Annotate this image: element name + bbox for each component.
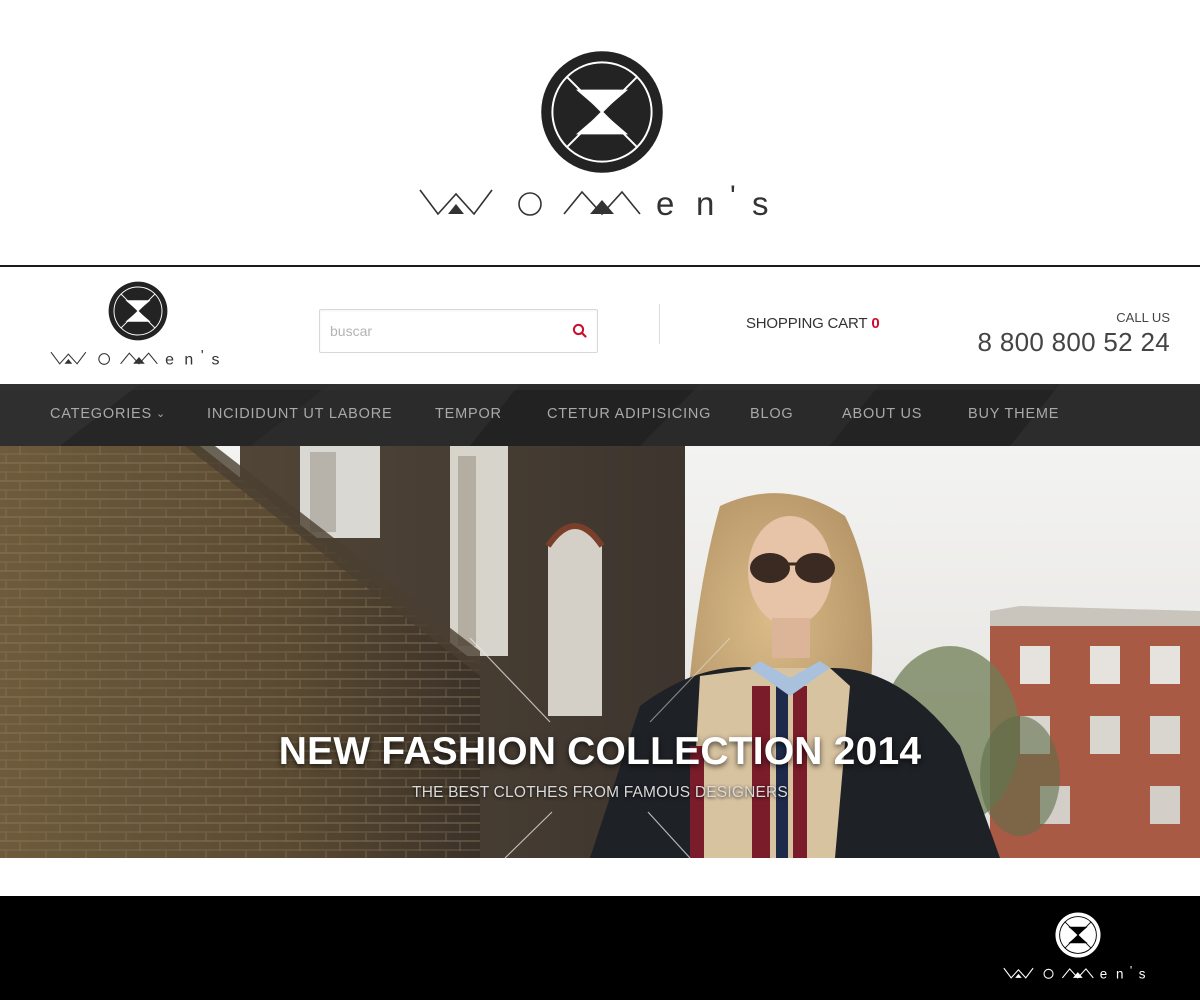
hero-subtitle: THE BEST CLOTHES FROM FAMOUS DESIGNERS xyxy=(412,784,788,801)
nav-item-tempor[interactable]: TEMPOR xyxy=(435,406,502,422)
svg-text:s: s xyxy=(752,185,769,220)
brand-wordmark: e n ' s xyxy=(50,348,219,368)
phone-number[interactable]: 8 800 800 52 24 xyxy=(978,327,1170,358)
nav-item-label: CATEGORIES xyxy=(50,406,152,422)
footer-logo: e n ' s xyxy=(1003,912,1151,984)
nav-item-buy-theme[interactable]: BUY THEME xyxy=(968,406,1059,422)
shopping-cart-label: SHOPPING CART xyxy=(746,315,868,332)
nav-item-blog[interactable]: BLOG xyxy=(750,406,794,422)
svg-text:': ' xyxy=(730,184,736,213)
hero-banner[interactable]: NEW FASHION COLLECTION 2014 THE BEST CLO… xyxy=(0,446,1200,858)
svg-text:e: e xyxy=(656,185,684,220)
hourglass-circle-logo-icon xyxy=(1055,912,1101,958)
svg-text:n: n xyxy=(1116,966,1123,981)
brand-wordmark: e n ' s xyxy=(419,184,769,220)
svg-text:n: n xyxy=(184,351,193,368)
svg-text:s: s xyxy=(211,351,219,368)
site-header: e n ' s SHOPPING CART0 CALL US 8 800 800… xyxy=(0,267,1200,384)
nav-item-ctetur-adipisicing[interactable]: CTETUR ADIPISICING xyxy=(547,406,711,422)
header-logo[interactable]: e n ' s xyxy=(50,281,226,368)
chevron-down-icon: ⌄ xyxy=(156,408,167,420)
svg-text:e: e xyxy=(1100,966,1107,981)
nav-item-incididunt-ut-labore[interactable]: INCIDIDUNT UT LABORE xyxy=(207,406,392,422)
brand-wordmark: e n ' s xyxy=(1003,964,1146,981)
hourglass-circle-logo-icon xyxy=(108,281,168,341)
search-button[interactable] xyxy=(567,318,593,344)
hero-title: NEW FASHION COLLECTION 2014 xyxy=(278,730,922,773)
svg-text:': ' xyxy=(1130,964,1132,978)
shopping-cart-link[interactable]: SHOPPING CART 0 xyxy=(746,315,880,332)
search-box xyxy=(319,309,598,353)
nav-item-categories[interactable]: CATEGORIES ⌄ xyxy=(50,406,166,422)
search-input[interactable] xyxy=(320,310,560,352)
cart-count-badge: 0 xyxy=(871,315,880,332)
call-us-label: CALL US xyxy=(1116,310,1170,325)
hourglass-circle-logo-icon xyxy=(540,50,664,174)
svg-text:': ' xyxy=(201,348,204,364)
search-icon xyxy=(572,323,587,338)
footer-band: e n ' s xyxy=(0,896,1200,1000)
main-navigation: CATEGORIES ⌄ INCIDIDUNT UT LABORE TEMPOR … xyxy=(0,384,1200,446)
nav-item-about-us[interactable]: ABOUT US xyxy=(842,406,922,422)
brand-presentation: e n ' s xyxy=(0,0,1200,266)
svg-text:e: e xyxy=(165,351,174,368)
svg-text:n: n xyxy=(696,185,714,220)
svg-text:s: s xyxy=(1139,966,1146,981)
header-divider xyxy=(659,304,660,344)
